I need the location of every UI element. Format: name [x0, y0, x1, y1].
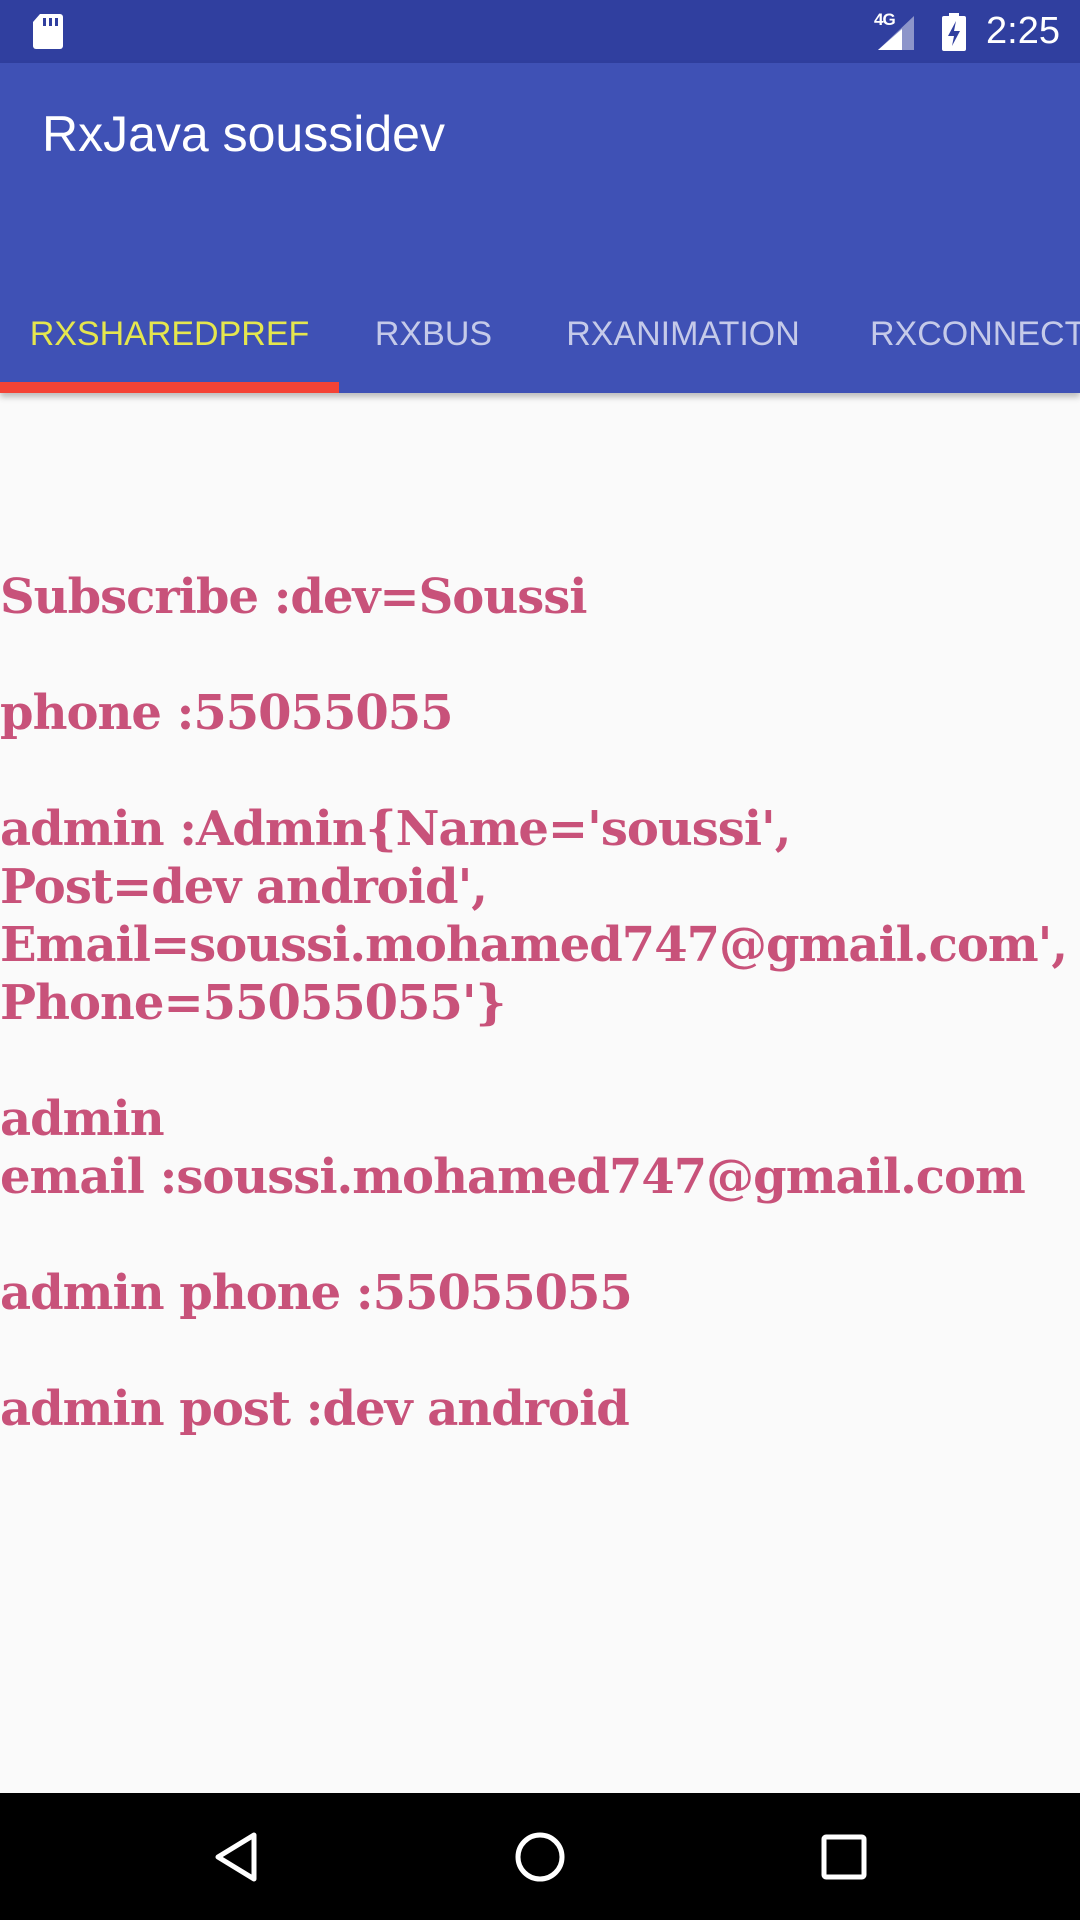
status-clock: 2:25 — [986, 10, 1060, 52]
tab-rxanimation[interactable]: RXANIMATION — [528, 276, 838, 393]
tab-strip: RXSHAREDPREF RXBUS RXANIMATION RXCONNECT… — [0, 276, 1080, 393]
content-area: Subscribe :dev=Soussi phone :55055055 ad… — [0, 393, 1080, 1793]
back-triangle-icon — [215, 1832, 257, 1882]
network-type-label: 4G — [874, 9, 896, 29]
tab-rxsharedpref[interactable]: RXSHAREDPREF — [0, 276, 339, 393]
tab-rxbus[interactable]: RXBUS — [339, 276, 528, 393]
tab-rxconnectivity[interactable]: RXCONNECTI — [838, 276, 1080, 393]
tab-label: RXBUS — [374, 315, 493, 353]
home-button[interactable] — [504, 1821, 576, 1893]
status-bar: 4G 2:25 — [0, 0, 1080, 63]
recents-square-icon — [821, 1834, 867, 1880]
tab-label: RXSHAREDPREF — [29, 315, 310, 353]
sd-card-icon — [33, 14, 63, 49]
home-circle-icon — [515, 1832, 565, 1882]
tab-indicator — [0, 382, 339, 393]
recents-button[interactable] — [808, 1821, 880, 1893]
tab-label: RXANIMATION — [566, 315, 800, 353]
navigation-bar — [0, 1793, 1080, 1920]
tab-label: RXCONNECTI — [870, 315, 1080, 353]
battery-charging-icon — [942, 12, 967, 51]
shared-pref-output-text: Subscribe :dev=Soussi phone :55055055 ad… — [0, 569, 1068, 1437]
app-title: RxJava soussidev — [42, 106, 445, 162]
app-bar: RxJava soussidev RXSHAREDPREF RXBUS RXAN… — [0, 63, 1080, 393]
back-button[interactable] — [200, 1821, 272, 1893]
